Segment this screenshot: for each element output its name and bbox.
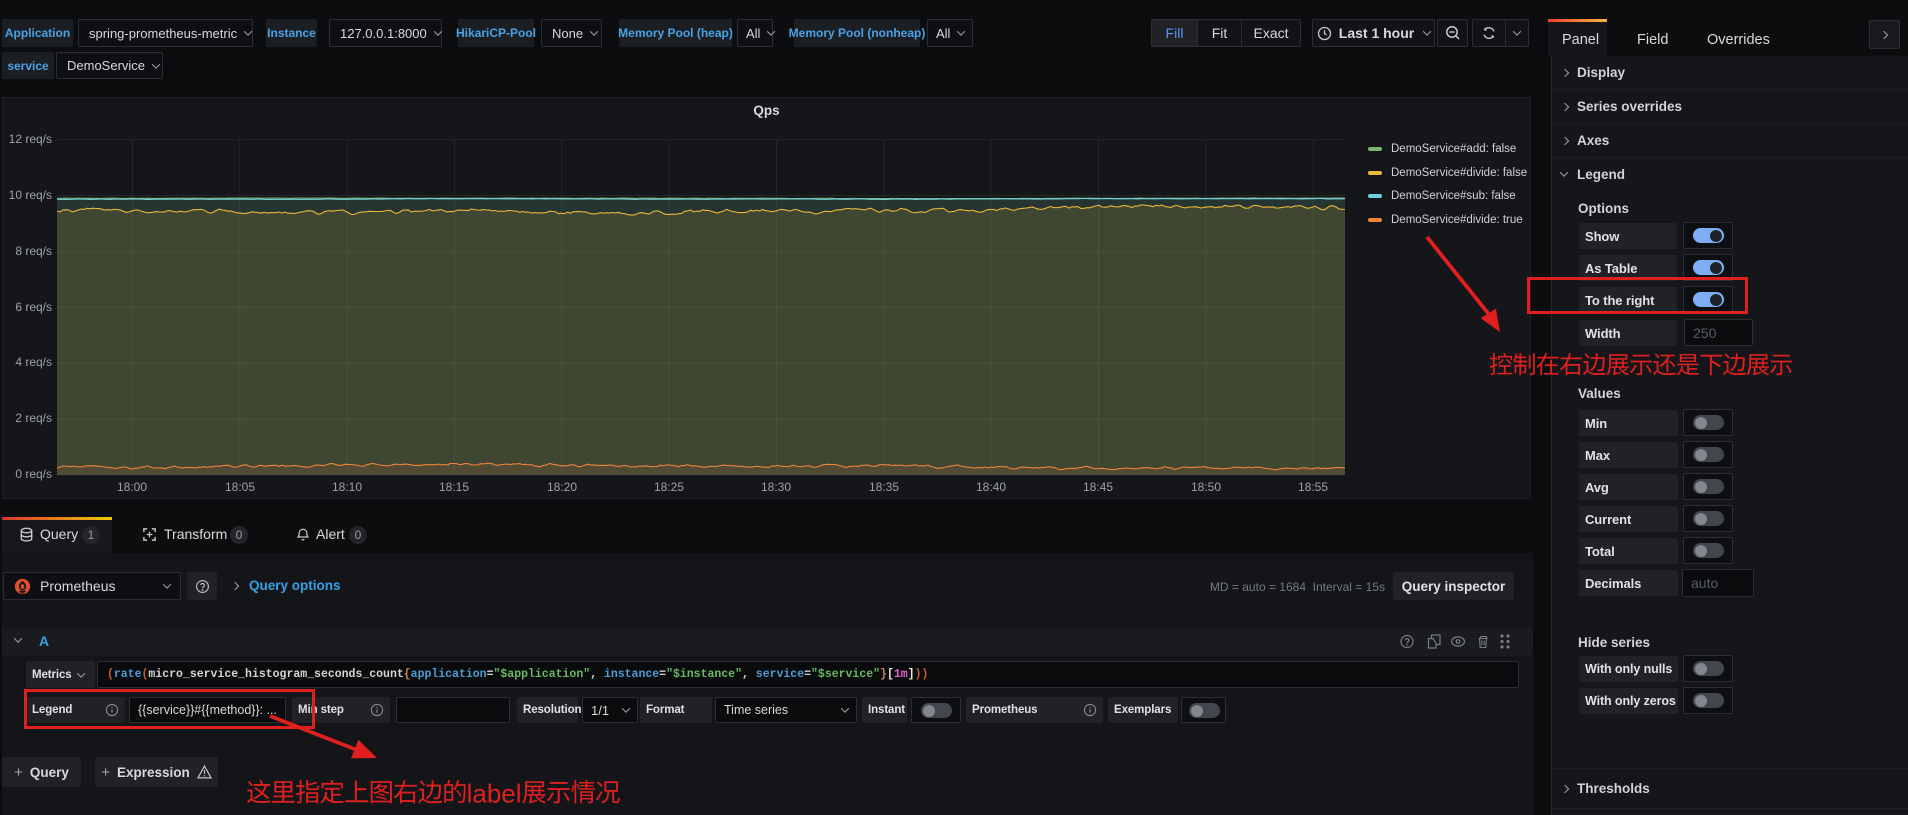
svg-text:label: label	[467, 779, 522, 808]
